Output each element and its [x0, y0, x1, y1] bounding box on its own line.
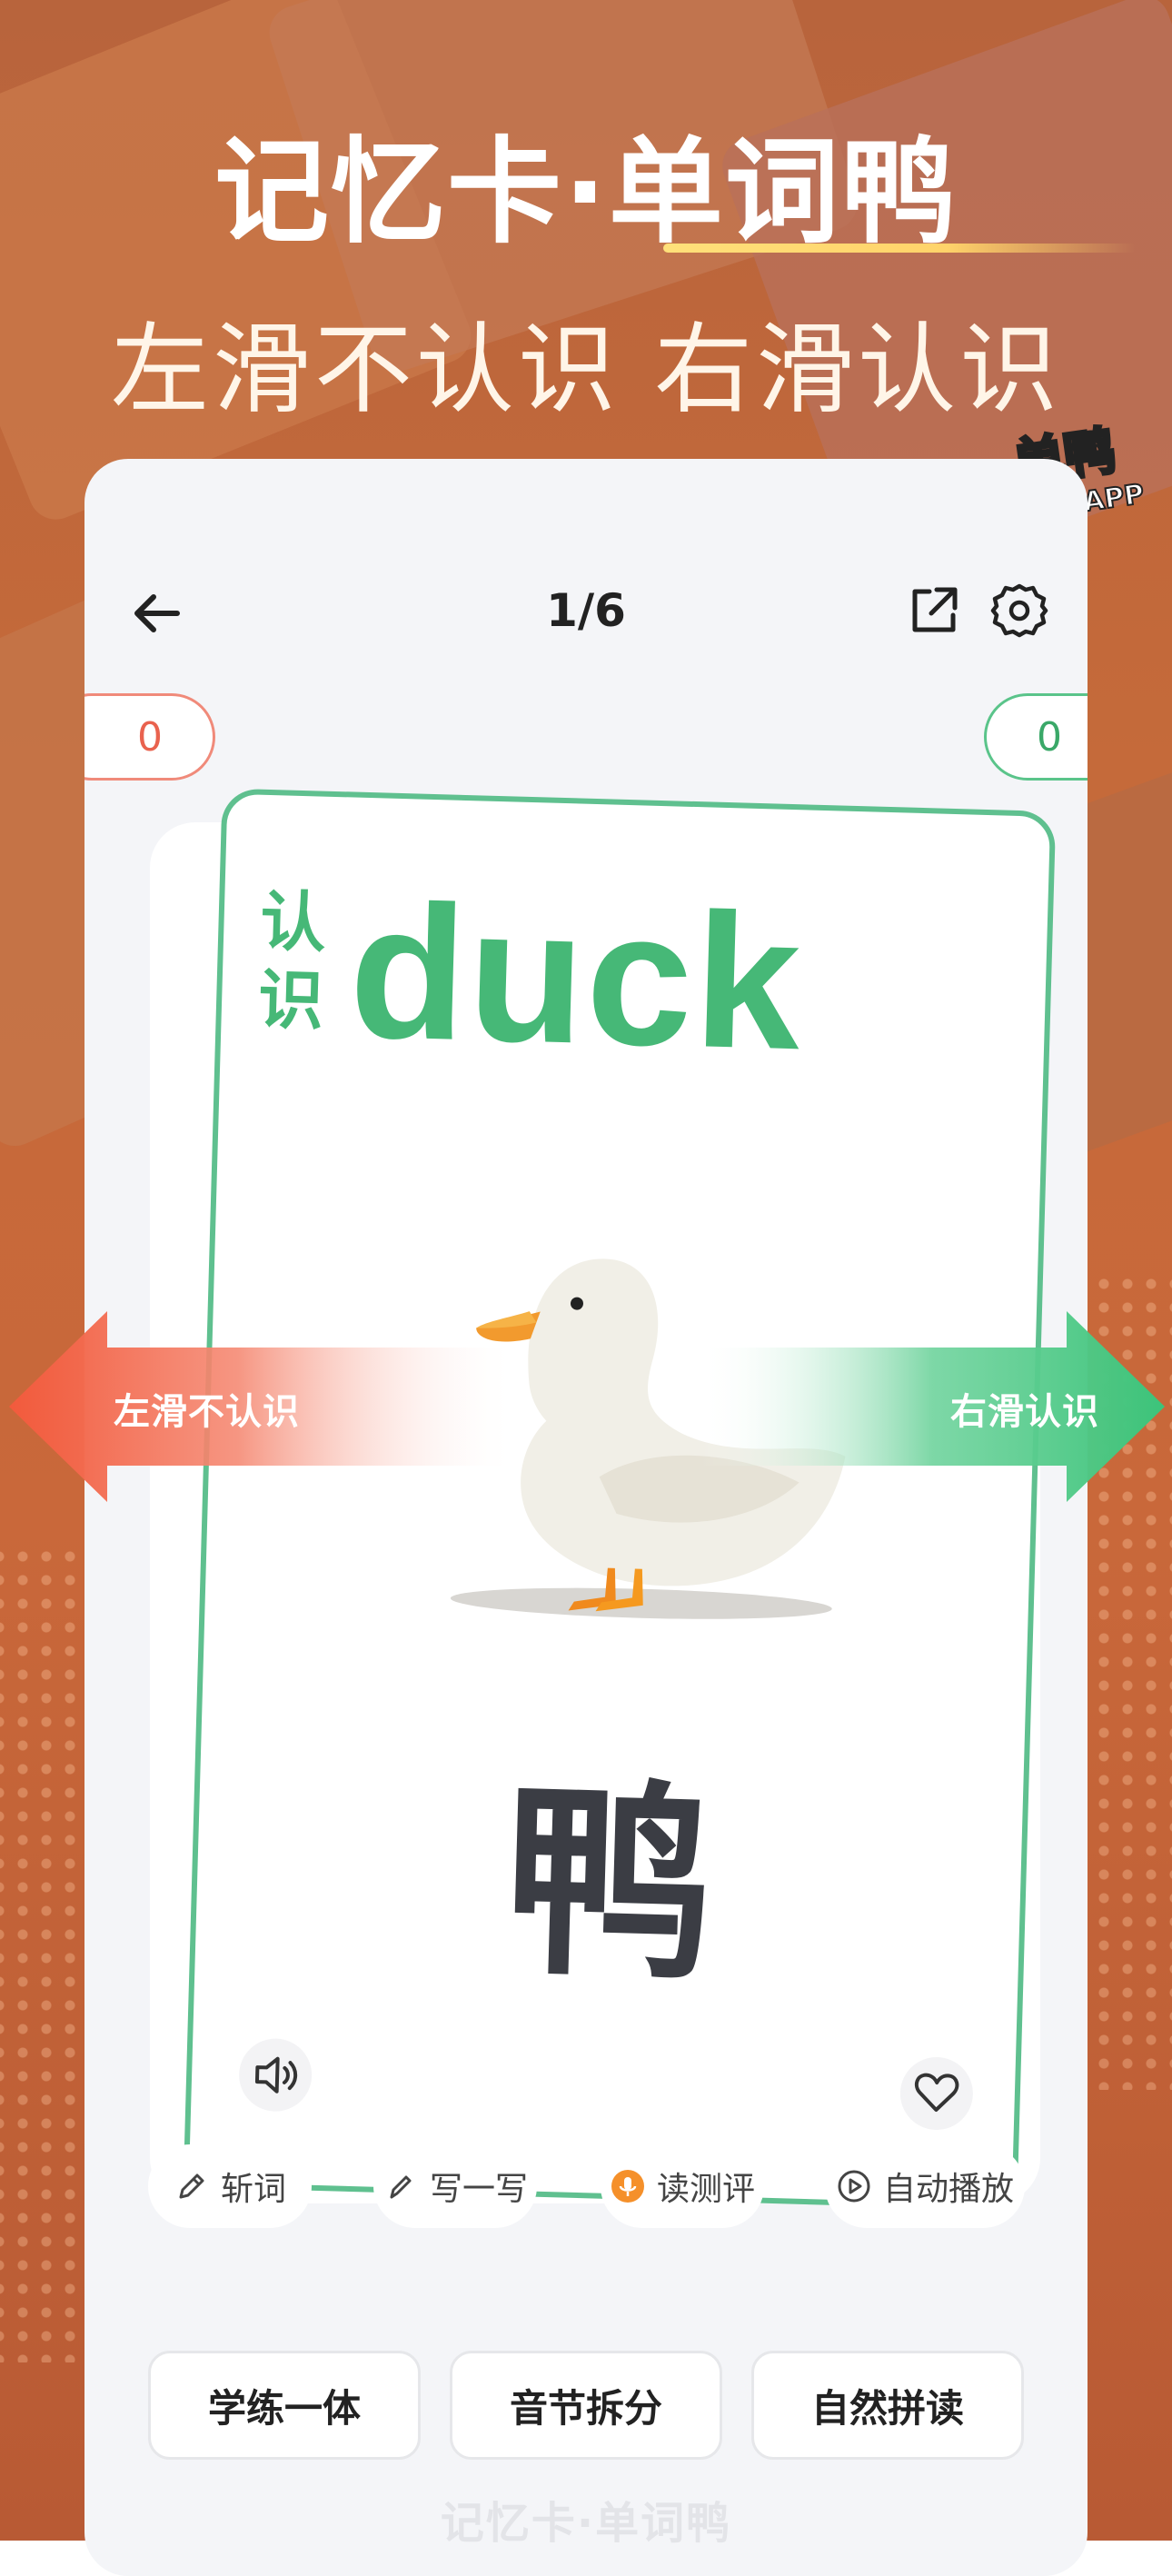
- english-word: duck: [346, 863, 806, 1090]
- share-button[interactable]: [902, 579, 966, 642]
- promo-headline: 记忆卡·单词鸭: [214, 125, 958, 259]
- phonics-button[interactable]: 自然拼读: [751, 2351, 1024, 2460]
- microphone-icon: [610, 2168, 646, 2204]
- known-count-badge: 0: [984, 693, 1088, 781]
- chip-autoplay[interactable]: 自动播放: [825, 2144, 1025, 2228]
- pen-icon: [382, 2168, 419, 2204]
- promo-subline: 左滑不认识 右滑认识: [110, 313, 1062, 427]
- gear-icon: [990, 583, 1048, 638]
- chip-label: 写一写: [429, 2171, 528, 2208]
- play-circle-icon: [836, 2168, 872, 2204]
- swipe-right-label: 右滑认识: [950, 1391, 1099, 1433]
- learn-practice-button[interactable]: 学练一体: [148, 2351, 421, 2460]
- chip-label: 自动播放: [882, 2171, 1014, 2208]
- syllable-split-button[interactable]: 音节拆分: [450, 2351, 722, 2460]
- heart-icon: [914, 2073, 959, 2112]
- chip-label: 斩词: [220, 2171, 286, 2208]
- swipe-left-label: 左滑不认识: [114, 1391, 300, 1433]
- swipe-left-hint: 左滑不认识: [9, 1311, 518, 1502]
- favorite-button[interactable]: [899, 2055, 974, 2132]
- settings-button[interactable]: [988, 579, 1051, 642]
- chip-write[interactable]: 写一写: [373, 2144, 537, 2228]
- phone-screen: 1/6 0 0 认识 duck 鸭 斩词 写一写 读测评 自动播放 学练一体 音…: [84, 459, 1088, 2576]
- swipe-right-hint: 右滑认识: [700, 1311, 1165, 1502]
- status-tag: 认识: [257, 882, 327, 1039]
- watermark-text: 记忆卡·单词鸭: [440, 2498, 732, 2549]
- unknown-count-badge: 0: [84, 693, 215, 781]
- headline-underline: [663, 244, 1136, 253]
- chip-chop-word[interactable]: 斩词: [148, 2144, 312, 2228]
- chinese-meaning: 鸭: [501, 1759, 717, 2008]
- share-external-icon: [912, 587, 958, 632]
- pronunciation-button[interactable]: [238, 2037, 313, 2113]
- speaker-icon: [254, 2056, 298, 2094]
- chip-reading-test[interactable]: 读测评: [601, 2144, 764, 2228]
- chip-label: 读测评: [656, 2171, 755, 2208]
- pencil-icon: [174, 2168, 210, 2204]
